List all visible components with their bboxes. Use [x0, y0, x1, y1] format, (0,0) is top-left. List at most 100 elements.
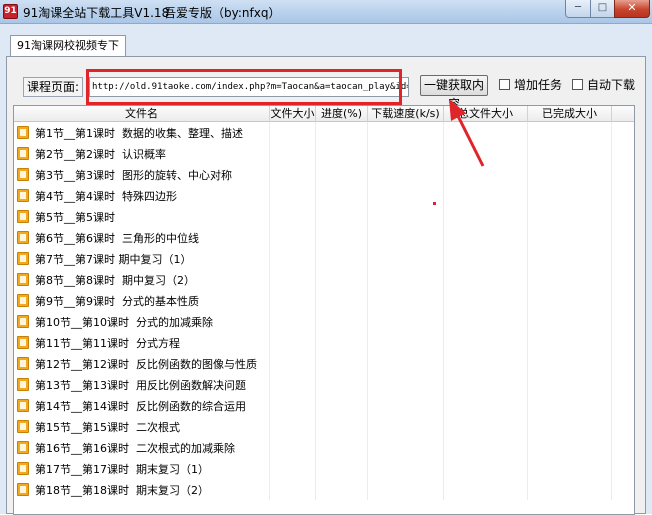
- cell-empty: [368, 416, 444, 437]
- maximize-icon[interactable]: □: [590, 0, 615, 18]
- cell-empty: [444, 479, 528, 500]
- cell-empty: [528, 458, 612, 479]
- cell-filename: 第6节__第6课时 三角形的中位线: [14, 227, 270, 248]
- list-item[interactable]: 第10节__第10课时 分式的加减乘除: [14, 311, 634, 332]
- list-item[interactable]: 第16节__第16课时 二次根式的加减乘除: [14, 437, 634, 458]
- video-file-icon: [17, 441, 29, 454]
- list-item[interactable]: 第14节__第14课时 反比例函数的综合运用: [14, 395, 634, 416]
- file-name-text: 第16节__第16课时 二次根式的加减乘除: [35, 442, 235, 455]
- list-item[interactable]: 第12节__第12课时 反比例函数的图像与性质: [14, 353, 634, 374]
- course-url-input[interactable]: [89, 77, 409, 97]
- cell-empty: [316, 311, 368, 332]
- cell-empty: [444, 227, 528, 248]
- auto-download-checkbox[interactable]: 自动下载: [572, 75, 635, 93]
- column-header-progress[interactable]: 进度(%): [316, 106, 368, 122]
- cell-filename: 第11节__第11课时 分式方程: [14, 332, 270, 353]
- window-title: 91淘课全站下载工具V1.18: [23, 6, 170, 20]
- cell-empty: [528, 269, 612, 290]
- list-item[interactable]: 第13节__第13课时 用反比例函数解决问题: [14, 374, 634, 395]
- cell-filename: 第3节__第3课时 图形的旋转、中心对称: [14, 164, 270, 185]
- cell-empty: [270, 164, 316, 185]
- cell-empty: [444, 374, 528, 395]
- cell-empty: [316, 395, 368, 416]
- list-item[interactable]: 第9节__第9课时 分式的基本性质: [14, 290, 634, 311]
- column-header-download-speed[interactable]: 下载速度(k/s): [368, 106, 444, 122]
- tab-video-download[interactable]: 91淘课网校视频专下: [10, 35, 126, 57]
- list-item[interactable]: 第6节__第6课时 三角形的中位线: [14, 227, 634, 248]
- list-item[interactable]: 第4节__第4课时 特殊四边形: [14, 185, 634, 206]
- add-task-checkbox[interactable]: 增加任务: [499, 75, 562, 93]
- video-file-icon: [17, 420, 29, 433]
- cell-empty: [528, 290, 612, 311]
- file-list[interactable]: 文件名 文件大小 进度(%) 下载速度(k/s) 总文件大小 已完成大小 第1节…: [13, 105, 635, 515]
- list-item[interactable]: 第18节__第18课时 期末复习（2）: [14, 479, 634, 500]
- cell-empty: [316, 437, 368, 458]
- cell-empty: [528, 206, 612, 227]
- video-file-icon: [17, 147, 29, 160]
- column-header-file-size[interactable]: 文件大小: [270, 106, 316, 122]
- list-item[interactable]: 第3节__第3课时 图形的旋转、中心对称: [14, 164, 634, 185]
- checkbox-box[interactable]: [499, 78, 510, 90]
- course-page-label: 课程页面:: [23, 77, 84, 97]
- cell-empty: [368, 437, 444, 458]
- cell-empty: [270, 248, 316, 269]
- cell-empty: [316, 143, 368, 164]
- file-name-text: 第13节__第13课时 用反比例函数解决问题: [35, 379, 246, 392]
- list-header: 文件名 文件大小 进度(%) 下载速度(k/s) 总文件大小 已完成大小: [14, 106, 634, 122]
- column-header-total-size[interactable]: 总文件大小: [444, 106, 528, 122]
- fetch-content-button[interactable]: 一键获取内容: [420, 75, 488, 111]
- cell-empty: [270, 479, 316, 500]
- column-header-filename[interactable]: 文件名: [14, 106, 270, 122]
- cell-empty: [316, 185, 368, 206]
- column-header-completed-size[interactable]: 已完成大小: [528, 106, 612, 122]
- list-item[interactable]: 第8节__第8课时 期中复习（2）: [14, 269, 634, 290]
- file-name-text: 第6节__第6课时 三角形的中位线: [35, 232, 199, 245]
- cell-empty: [444, 206, 528, 227]
- cell-empty: [528, 437, 612, 458]
- cell-empty: [444, 143, 528, 164]
- cell-empty: [316, 374, 368, 395]
- cell-empty: [444, 185, 528, 206]
- list-item[interactable]: 第7节__第7课时 期中复习（1）: [14, 248, 634, 269]
- cell-empty: [368, 332, 444, 353]
- file-name-text: 第2节__第2课时 认识概率: [35, 148, 166, 161]
- video-file-icon: [17, 231, 29, 244]
- cell-empty: [368, 395, 444, 416]
- cell-empty: [316, 416, 368, 437]
- cell-empty: [528, 395, 612, 416]
- cell-empty: [270, 290, 316, 311]
- cell-empty: [316, 164, 368, 185]
- window-client: 91淘课网校视频专下 课程页面: 一键获取内容 增加任务 自动下载 文件名 文件…: [0, 24, 652, 515]
- cell-empty: [528, 353, 612, 374]
- cell-empty: [444, 332, 528, 353]
- cell-empty: [270, 332, 316, 353]
- video-file-icon: [17, 336, 29, 349]
- cell-filename: 第1节__第1课时 数据的收集、整理、描述: [14, 122, 270, 143]
- close-icon[interactable]: ✕: [614, 0, 650, 18]
- cell-empty: [316, 332, 368, 353]
- list-item[interactable]: 第1节__第1课时 数据的收集、整理、描述: [14, 122, 634, 143]
- file-name-text: 第18节__第18课时 期末复习（2）: [35, 484, 209, 497]
- cell-filename: 第16节__第16课时 二次根式的加减乘除: [14, 437, 270, 458]
- cell-empty: [528, 332, 612, 353]
- list-item[interactable]: 第2节__第2课时 认识概率: [14, 143, 634, 164]
- cell-empty: [368, 164, 444, 185]
- cell-empty: [316, 458, 368, 479]
- cell-empty: [316, 248, 368, 269]
- checkbox-box[interactable]: [572, 78, 583, 90]
- cell-filename: 第14节__第14课时 反比例函数的综合运用: [14, 395, 270, 416]
- list-item[interactable]: 第17节__第17课时 期末复习（1）: [14, 458, 634, 479]
- cell-empty: [444, 248, 528, 269]
- minimize-icon[interactable]: ─: [565, 0, 591, 18]
- cell-empty: [368, 374, 444, 395]
- cell-empty: [368, 248, 444, 269]
- add-task-label: 增加任务: [514, 77, 563, 92]
- list-item[interactable]: 第11节__第11课时 分式方程: [14, 332, 634, 353]
- title-bar: 91 91淘课全站下载工具V1.18 吾爱专版（by:nfxq） ─ □ ✕: [0, 0, 652, 24]
- cell-empty: [316, 206, 368, 227]
- file-name-text: 第7节__第7课时 期中复习（1）: [35, 253, 192, 266]
- list-item[interactable]: 第5节__第5课时: [14, 206, 634, 227]
- list-item[interactable]: 第15节__第15课时 二次根式: [14, 416, 634, 437]
- app-icon: 91: [3, 4, 18, 19]
- cell-empty: [270, 458, 316, 479]
